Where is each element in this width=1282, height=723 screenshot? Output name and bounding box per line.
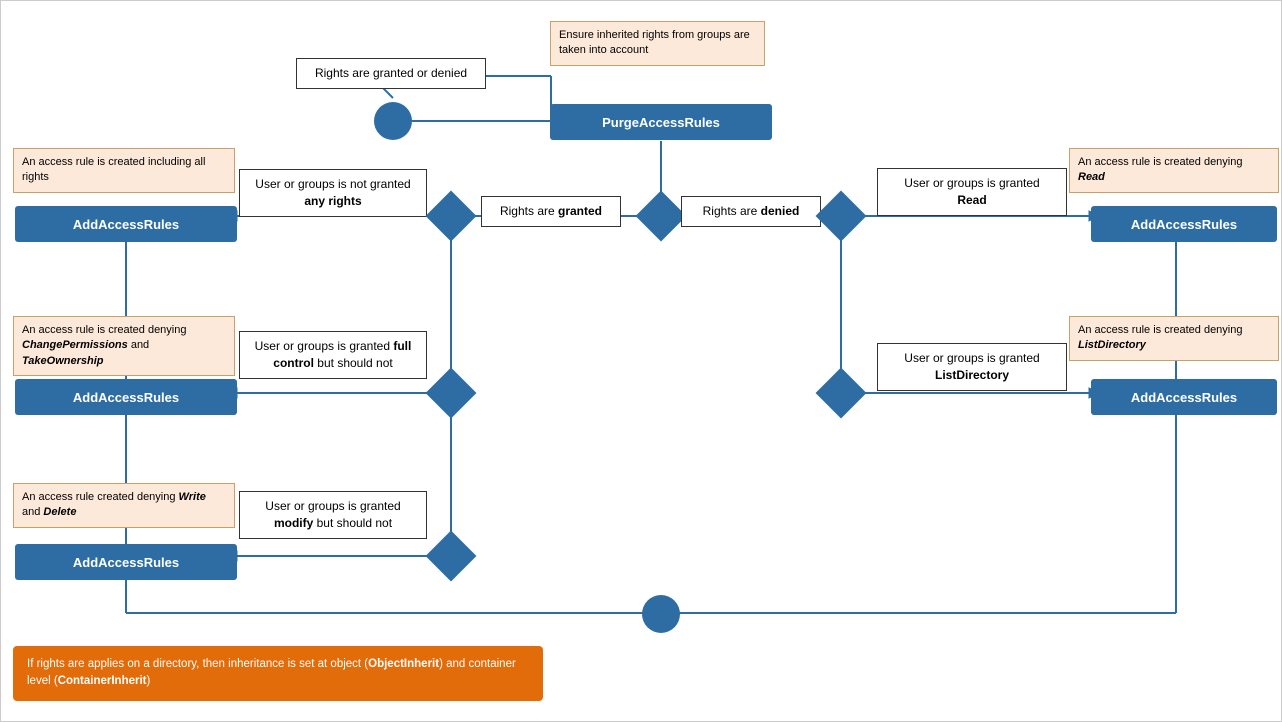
add-access-rules-3[interactable]: AddAccessRules [15, 379, 237, 415]
diamond-4 [816, 191, 867, 242]
add-access-rules-5[interactable]: AddAccessRules [15, 544, 237, 580]
cond-modify: User or groups is granted modify but sho… [239, 491, 427, 539]
note-all-rights: An access rule is created including all … [13, 148, 235, 193]
diamond-main [636, 191, 687, 242]
cond-rights-granted-denied: Rights are granted or denied [296, 58, 486, 89]
note-deny-list: An access rule is created denying ListDi… [1069, 316, 1279, 361]
purge-access-rules[interactable]: PurgeAccessRules [550, 104, 772, 140]
cond-rights-granted-label: Rights are granted [481, 196, 621, 227]
note-deny-read: An access rule is created denying Read [1069, 148, 1279, 193]
cond-full-control: User or groups is granted full control b… [239, 331, 427, 379]
diagram: Ensure inherited rights from groups are … [0, 0, 1282, 722]
add-access-rules-4[interactable]: AddAccessRules [1091, 379, 1277, 415]
diamond-5 [426, 368, 477, 419]
diamond-7 [816, 368, 867, 419]
footer-note: If rights are applies on a directory, th… [13, 646, 543, 701]
diamond-6 [426, 531, 477, 582]
start-circle [374, 102, 412, 140]
end-circle [642, 595, 680, 633]
cond-no-rights: User or groups is not granted any rights [239, 169, 427, 217]
cond-granted-read: User or groups is granted Read [877, 168, 1067, 216]
add-access-rules-1[interactable]: AddAccessRules [15, 206, 237, 242]
cond-rights-denied-label: Rights are denied [681, 196, 821, 227]
add-access-rules-2[interactable]: AddAccessRules [1091, 206, 1277, 242]
note-top-right: Ensure inherited rights from groups are … [550, 21, 765, 66]
note-deny-wd: An access rule created denying Write and… [13, 483, 235, 528]
cond-list-dir: User or groups is granted ListDirectory [877, 343, 1067, 391]
diamond-2 [426, 191, 477, 242]
note-deny-cp: An access rule is created denying Change… [13, 316, 235, 376]
